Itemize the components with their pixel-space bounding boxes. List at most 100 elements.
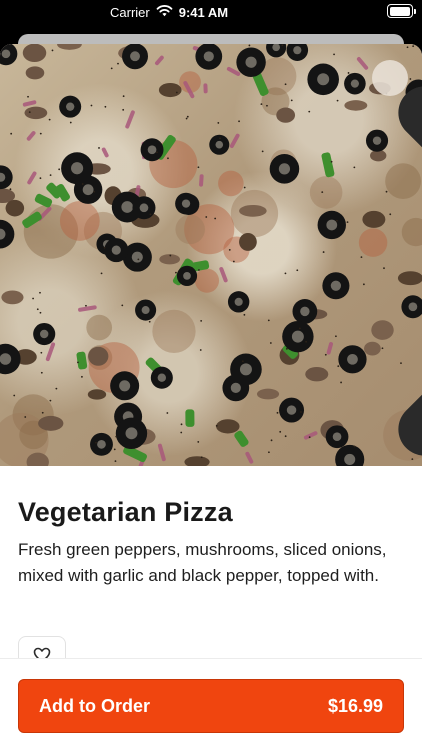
onion-slice [326, 342, 333, 355]
pepper-speck [199, 349, 202, 351]
status-time: 9:41 AM [178, 4, 229, 20]
pepper-speck [40, 351, 43, 354]
pepper-speck [104, 105, 107, 108]
add-to-order-label: Add to Order [39, 695, 150, 716]
olive-center [97, 440, 106, 449]
onion-slice [356, 57, 369, 70]
olive-center [326, 219, 338, 231]
olive-center [317, 73, 330, 86]
mushroom-slice [256, 388, 280, 400]
mushroom-slice [216, 419, 240, 434]
pepper-speck [167, 157, 169, 160]
pepper-speck [95, 441, 97, 444]
pepper-speck [238, 120, 240, 123]
olive-center [181, 199, 191, 208]
pepper-speck [298, 327, 301, 330]
onion-slice [229, 133, 240, 149]
close-button[interactable] [372, 60, 422, 456]
sauce-patch [194, 268, 220, 293]
onion-slice [101, 147, 109, 158]
pepper-speck [296, 269, 299, 272]
mushroom-slice [239, 204, 267, 217]
pepper-speck [180, 431, 183, 434]
pepper-speck [353, 166, 356, 169]
pepper-speck [219, 137, 221, 140]
olive-center [278, 163, 291, 175]
pepper-speck [335, 335, 337, 338]
item-content: Vegetarian Pizza Fresh green peppers, mu… [18, 494, 404, 589]
pepper-speck [346, 221, 349, 224]
onion-slice [203, 83, 208, 94]
pepper-speck [353, 445, 356, 448]
olive-center [157, 373, 167, 382]
pepper-speck [290, 99, 293, 102]
mushroom-slice [25, 66, 45, 80]
pepper-speck [32, 297, 34, 300]
pepper-speck [200, 319, 203, 322]
olive-center [203, 51, 214, 62]
pepper-speck [186, 115, 189, 118]
pepper-speck [36, 308, 39, 311]
pepper-speck [333, 53, 335, 56]
pepper-speck [85, 304, 87, 307]
olive-center [125, 427, 138, 440]
pepper-speck [261, 150, 264, 153]
pepper-speck [49, 399, 52, 402]
screen: Carrier 9:41 AM Vegetarian Pizza Fresh g… [0, 0, 422, 750]
pepper-speck [39, 311, 42, 314]
olive-center [347, 353, 358, 365]
pepper-speck [340, 381, 342, 384]
sauce-patch [152, 309, 196, 354]
pepper-speck [81, 183, 84, 185]
pepper-speck [260, 103, 263, 106]
pepper-speck [197, 441, 200, 443]
mushroom-slice [5, 199, 25, 217]
pepper-speck [28, 111, 31, 114]
pepper-speck [269, 342, 272, 344]
pepper-speck [197, 166, 200, 169]
item-description: Fresh green peppers, mushrooms, sliced o… [18, 540, 387, 585]
pepper-speck [305, 340, 307, 343]
item-title: Vegetarian Pizza [18, 497, 233, 527]
olive-center [130, 51, 140, 62]
onion-slice [125, 110, 135, 129]
battery-icon [387, 4, 416, 18]
pepper-speck [175, 91, 178, 94]
pepper-speck [322, 251, 325, 253]
mushroom-slice [88, 346, 109, 366]
pepper-speck [248, 44, 251, 47]
pepper-speck [9, 188, 12, 191]
olive-center [183, 272, 191, 280]
pepper-speck [166, 412, 169, 414]
pepper-speck [232, 260, 235, 263]
pepper-speck [115, 435, 118, 438]
pepper-speck [121, 304, 124, 307]
battery-fill [389, 6, 410, 16]
add-to-order-button[interactable]: Add to Order $16.99 [18, 679, 404, 733]
mushroom-slice [344, 100, 368, 111]
pepper-speck [148, 320, 151, 323]
olive-center [230, 382, 241, 393]
pepper-speck [39, 132, 42, 135]
olive-center [139, 203, 149, 213]
olive-center [350, 79, 359, 88]
pepper-speck [77, 361, 79, 364]
pepper-speck [137, 258, 140, 261]
olive-center [71, 162, 84, 175]
sauce-patch [86, 314, 113, 341]
mushroom-slice [1, 290, 24, 305]
pepper-speck [281, 44, 284, 47]
pepper-speck [276, 411, 279, 414]
pepper-speck [284, 272, 287, 275]
close-icon [398, 86, 422, 456]
pepper-speck [324, 353, 327, 356]
pepper-speck [336, 219, 338, 222]
olive-center [330, 280, 342, 291]
pepper-speck [51, 49, 54, 52]
sauce-patch [59, 201, 100, 241]
status-left: Carrier 9:41 AM [110, 4, 228, 20]
mushroom-slice [24, 106, 48, 120]
onion-slice [27, 171, 37, 185]
olive-center [332, 432, 342, 442]
pepper-speck [406, 46, 409, 49]
